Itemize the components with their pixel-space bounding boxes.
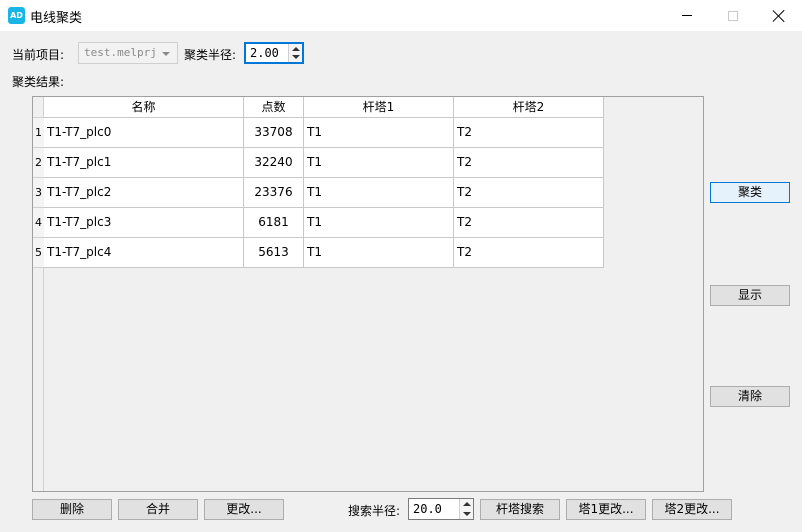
cell-points[interactable]: 23376	[244, 178, 304, 208]
cluster-radius-value: 2.00	[250, 46, 279, 60]
minimize-button[interactable]	[664, 0, 710, 31]
search-radius-spinbox[interactable]: 20.0	[408, 498, 474, 520]
cluster-radius-stepper[interactable]	[288, 44, 302, 62]
minimize-icon	[682, 15, 692, 16]
title-bar: AD 电线聚类	[0, 0, 802, 31]
close-icon	[773, 10, 785, 22]
spin-down-icon[interactable]	[292, 55, 300, 59]
search-radius-label: 搜索半径:	[348, 504, 401, 518]
show-button[interactable]: 显示	[710, 285, 790, 306]
project-value: test.melprj	[84, 46, 157, 59]
tower1-modify-button[interactable]: 塔1更改...	[566, 499, 646, 520]
cell-points[interactable]: 33708	[244, 118, 304, 148]
spin-up-icon[interactable]	[292, 47, 300, 51]
project-label: 当前项目:	[12, 48, 65, 62]
cell-tower1[interactable]: T1	[304, 238, 454, 268]
cluster-radius-spinbox[interactable]: 2.00	[244, 42, 304, 64]
cell-tower2[interactable]: T2	[454, 178, 604, 208]
cell-tower2[interactable]: T2	[454, 238, 604, 268]
results-table[interactable]: 名称 点数 杆塔1 杆塔2 1 T1-T7_plc0 33708 T1 T2 2…	[32, 96, 704, 492]
cell-tower1[interactable]: T1	[304, 148, 454, 178]
cell-name[interactable]: T1-T7_plc0	[44, 118, 244, 148]
cell-points[interactable]: 6181	[244, 208, 304, 238]
cell-tower1[interactable]: T1	[304, 118, 454, 148]
row-header[interactable]: 4	[33, 208, 44, 238]
maximize-button[interactable]	[710, 0, 756, 31]
spin-down-icon[interactable]	[463, 512, 471, 516]
row-header[interactable]: 2	[33, 148, 44, 178]
delete-button[interactable]: 删除	[32, 499, 112, 520]
chevron-down-icon	[162, 52, 170, 56]
cell-name[interactable]: T1-T7_plc3	[44, 208, 244, 238]
modify-button[interactable]: 更改...	[204, 499, 284, 520]
app-logo-icon: AD	[8, 7, 25, 24]
cell-name[interactable]: T1-T7_plc2	[44, 178, 244, 208]
cluster-radius-label: 聚类半径:	[184, 48, 237, 62]
header-points[interactable]: 点数	[244, 97, 304, 118]
window-title: 电线聚类	[30, 11, 83, 26]
tower-search-button[interactable]: 杆塔搜索	[480, 499, 560, 520]
cell-tower1[interactable]: T1	[304, 178, 454, 208]
maximize-icon	[728, 10, 738, 21]
row-header[interactable]: 1	[33, 118, 44, 148]
cell-tower2[interactable]: T2	[454, 148, 604, 178]
search-radius-stepper[interactable]	[459, 499, 473, 519]
search-radius-value: 20.0	[413, 502, 442, 516]
cell-points[interactable]: 5613	[244, 238, 304, 268]
project-combobox[interactable]: test.melprj	[78, 42, 178, 64]
row-header[interactable]: 5	[33, 238, 44, 268]
cell-tower2[interactable]: T2	[454, 118, 604, 148]
cluster-button[interactable]: 聚类	[710, 182, 790, 203]
merge-button[interactable]: 合并	[118, 499, 198, 520]
row-header[interactable]: 3	[33, 178, 44, 208]
cell-tower2[interactable]: T2	[454, 208, 604, 238]
cell-points[interactable]: 32240	[244, 148, 304, 178]
clear-button[interactable]: 清除	[710, 386, 790, 407]
cell-tower1[interactable]: T1	[304, 208, 454, 238]
header-tower2[interactable]: 杆塔2	[454, 97, 604, 118]
close-button[interactable]	[756, 0, 802, 31]
results-label: 聚类结果:	[12, 75, 65, 89]
table-corner	[33, 97, 44, 118]
cell-name[interactable]: T1-T7_plc1	[44, 148, 244, 178]
spin-up-icon[interactable]	[463, 502, 471, 506]
cell-name[interactable]: T1-T7_plc4	[44, 238, 244, 268]
header-name[interactable]: 名称	[44, 97, 244, 118]
header-tower1[interactable]: 杆塔1	[304, 97, 454, 118]
tower2-modify-button[interactable]: 塔2更改...	[652, 499, 732, 520]
